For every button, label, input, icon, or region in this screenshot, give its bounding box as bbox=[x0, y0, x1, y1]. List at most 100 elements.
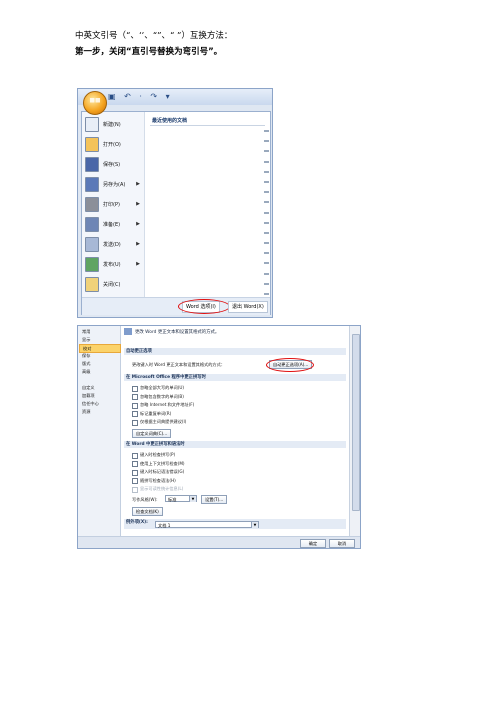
menu-item-icon bbox=[85, 197, 99, 212]
checkbox-label: 显示可读性统计信息(L) bbox=[140, 486, 184, 491]
nav-item[interactable]: 高级 bbox=[82, 369, 90, 375]
checkbox[interactable] bbox=[132, 478, 138, 484]
submenu-arrow-icon: ▶ bbox=[136, 221, 140, 227]
nav-item[interactable]: 常用 bbox=[82, 329, 90, 335]
office-menu-item[interactable]: 发送(D) ▶ bbox=[85, 235, 143, 254]
options-nav: 常用显示校对保存版式高级自定义加载项信任中心资源 bbox=[78, 326, 121, 536]
menu-item-label: 保存(S) bbox=[103, 162, 121, 168]
office-menu-item[interactable]: 打印(P) ▶ bbox=[85, 195, 143, 214]
menu-item-label: 打印(P) bbox=[103, 202, 120, 208]
cancel-button[interactable]: 取消 bbox=[329, 539, 355, 548]
checkbox-label: 标记重复单词(R) bbox=[140, 410, 172, 416]
office-menu-screenshot: ▣ ↶ · ↷ ▾ 新建(N) 打开(O) 保存(S) 另存为(A) ▶ 打印(P) ▶ 准备… bbox=[77, 88, 273, 318]
word-options-dialog: 常用显示校对保存版式高级自定义加载项信任中心资源 更改 Word 更正文本和设置… bbox=[77, 325, 361, 549]
checkbox[interactable] bbox=[132, 411, 138, 417]
nav-item[interactable]: 自定义 bbox=[82, 385, 95, 391]
section-word-spelling: 在 Word 中更正拼写和语法时 bbox=[124, 441, 346, 448]
nav-item[interactable]: 加载项 bbox=[82, 393, 95, 399]
menu-item-label: 另存为(A) bbox=[103, 182, 126, 188]
submenu-arrow-icon: ▶ bbox=[136, 261, 140, 267]
custom-dictionaries-button[interactable]: 自定义词典(C)... bbox=[132, 429, 172, 438]
nav-item[interactable]: 保存 bbox=[82, 353, 90, 359]
checkbox[interactable] bbox=[132, 461, 138, 467]
checkbox[interactable] bbox=[132, 402, 138, 409]
writing-style-label: 写作风格(W): bbox=[132, 497, 158, 502]
step-one-heading: 第一步，关闭“直引号替换为弯引号”。 bbox=[75, 47, 223, 57]
checkbox[interactable] bbox=[132, 385, 138, 392]
menu-item-icon bbox=[85, 237, 99, 252]
nav-item[interactable]: 显示 bbox=[82, 337, 90, 343]
menu-item-label: 打开(O) bbox=[103, 142, 121, 148]
settings-button[interactable]: 设置(T)... bbox=[201, 495, 228, 504]
pin-icons bbox=[264, 130, 269, 303]
checkbox-label: 忽略包含数字的单词(B) bbox=[140, 393, 184, 399]
intro-line: 中英文引号（“、‘’、“”、“ ”）互换方法： bbox=[75, 31, 233, 41]
checkbox[interactable] bbox=[132, 469, 138, 476]
office-menu-footer: Word 选项(I) 退出 Word(X) bbox=[82, 297, 270, 315]
proofing-pane: 更改 Word 更正文本和设置其格式的方式。 自动更正选项 更改键入时 Word… bbox=[121, 326, 349, 536]
menu-item-icon bbox=[85, 177, 99, 192]
scrollbar-thumb[interactable] bbox=[352, 334, 360, 511]
pane-header: 更改 Word 更正文本和设置其格式的方式。 bbox=[124, 328, 219, 335]
menu-item-label: 新建(N) bbox=[103, 122, 121, 128]
checkbox-label: 忽略 Internet 和文件地址(F) bbox=[140, 402, 195, 407]
recheck-document-button[interactable]: 检查文档(K) bbox=[132, 507, 163, 516]
section-autocorrect: 自动更正选项 bbox=[124, 348, 346, 355]
nav-item[interactable]: 资源 bbox=[82, 409, 90, 415]
office-menu-item[interactable]: 另存为(A) ▶ bbox=[85, 175, 143, 194]
checkbox-label: 仅根据主词典提供建议(I) bbox=[140, 419, 187, 424]
office-menu-item[interactable]: 发布(U) ▶ bbox=[85, 255, 143, 274]
recent-documents-title: 最近使用的文档 bbox=[152, 118, 188, 124]
menu-item-icon bbox=[85, 277, 99, 292]
options-scrollbar[interactable] bbox=[349, 326, 360, 536]
checkbox-label: 键入时标记语法错误(G) bbox=[140, 469, 185, 474]
submenu-arrow-icon: ▶ bbox=[136, 181, 140, 187]
nav-item[interactable]: 版式 bbox=[82, 361, 90, 367]
checkbox-label: 使用上下文拼写检查(M) bbox=[140, 460, 185, 466]
checkbox-label: 键入时检查拼写(P) bbox=[140, 452, 176, 457]
chevron-down-icon: ▼ bbox=[251, 522, 258, 528]
menu-item-label: 发送(D) bbox=[103, 242, 121, 248]
highlight-ring bbox=[266, 358, 314, 372]
exceptions-value: 文档 1 bbox=[158, 523, 171, 528]
recent-divider bbox=[150, 125, 265, 126]
office-button-icon[interactable] bbox=[83, 91, 107, 115]
pane-header-text: 更改 Word 更正文本和设置其格式的方式。 bbox=[135, 330, 220, 335]
checkbox[interactable] bbox=[132, 452, 138, 459]
checkbox-label: 忽略全部大写的单词(U) bbox=[140, 385, 185, 390]
ok-button[interactable]: 确定 bbox=[300, 539, 326, 548]
office-menu-item[interactable]: 准备(E) ▶ bbox=[85, 215, 143, 234]
menu-item-icon bbox=[85, 217, 99, 232]
office-menu-item[interactable]: 保存(S) bbox=[85, 155, 143, 174]
writing-style-select[interactable]: 标准 ▼ bbox=[165, 495, 197, 502]
submenu-arrow-icon: ▶ bbox=[136, 241, 140, 247]
menu-item-icon bbox=[85, 257, 99, 272]
submenu-arrow-icon: ▶ bbox=[136, 201, 140, 207]
checkbox[interactable] bbox=[132, 394, 138, 400]
autocorrect-description: 更改键入时 Word 更正文本和设置其格式的方式： bbox=[132, 362, 225, 367]
office-menu: 新建(N) 打开(O) 保存(S) 另存为(A) ▶ 打印(P) ▶ 准备(E) ▶ 发送(D) ▶… bbox=[81, 111, 271, 315]
nav-item-label: 校对 bbox=[83, 346, 92, 351]
menu-item-label: 关闭(C) bbox=[103, 282, 121, 288]
menu-item-icon bbox=[85, 157, 99, 172]
dialog-footer: 确定 取消 bbox=[78, 536, 360, 548]
highlight-ring bbox=[178, 299, 230, 314]
quick-access-icons: ▣ ↶ · ↷ ▾ bbox=[108, 92, 173, 101]
exceptions-select[interactable]: 文档 1 ▼ bbox=[155, 521, 259, 528]
office-menu-item[interactable]: 打开(O) bbox=[85, 135, 143, 154]
exit-word-button[interactable]: 退出 Word(X) bbox=[228, 301, 268, 313]
writing-style-value: 标准 bbox=[168, 497, 177, 502]
proofing-icon bbox=[124, 328, 132, 335]
chevron-down-icon: ▼ bbox=[189, 496, 196, 502]
nav-item-selected[interactable]: 校对 bbox=[79, 344, 121, 353]
menu-item-icon bbox=[85, 117, 99, 132]
section-office-spelling: 在 Microsoft Office 程序中更正拼写时 bbox=[124, 374, 346, 381]
checkbox-label: 随拼写检查语法(H) bbox=[140, 477, 176, 483]
nav-item[interactable]: 信任中心 bbox=[82, 401, 99, 407]
office-menu-item[interactable]: 新建(N) bbox=[85, 115, 143, 134]
office-menu-item[interactable]: 关闭(C) bbox=[85, 275, 143, 294]
quick-access-toolbar: ▣ ↶ · ↷ ▾ bbox=[78, 89, 272, 105]
menu-item-label: 准备(E) bbox=[103, 222, 121, 228]
checkbox[interactable] bbox=[132, 419, 138, 426]
exceptions-label: 例外项(X): bbox=[126, 520, 148, 525]
